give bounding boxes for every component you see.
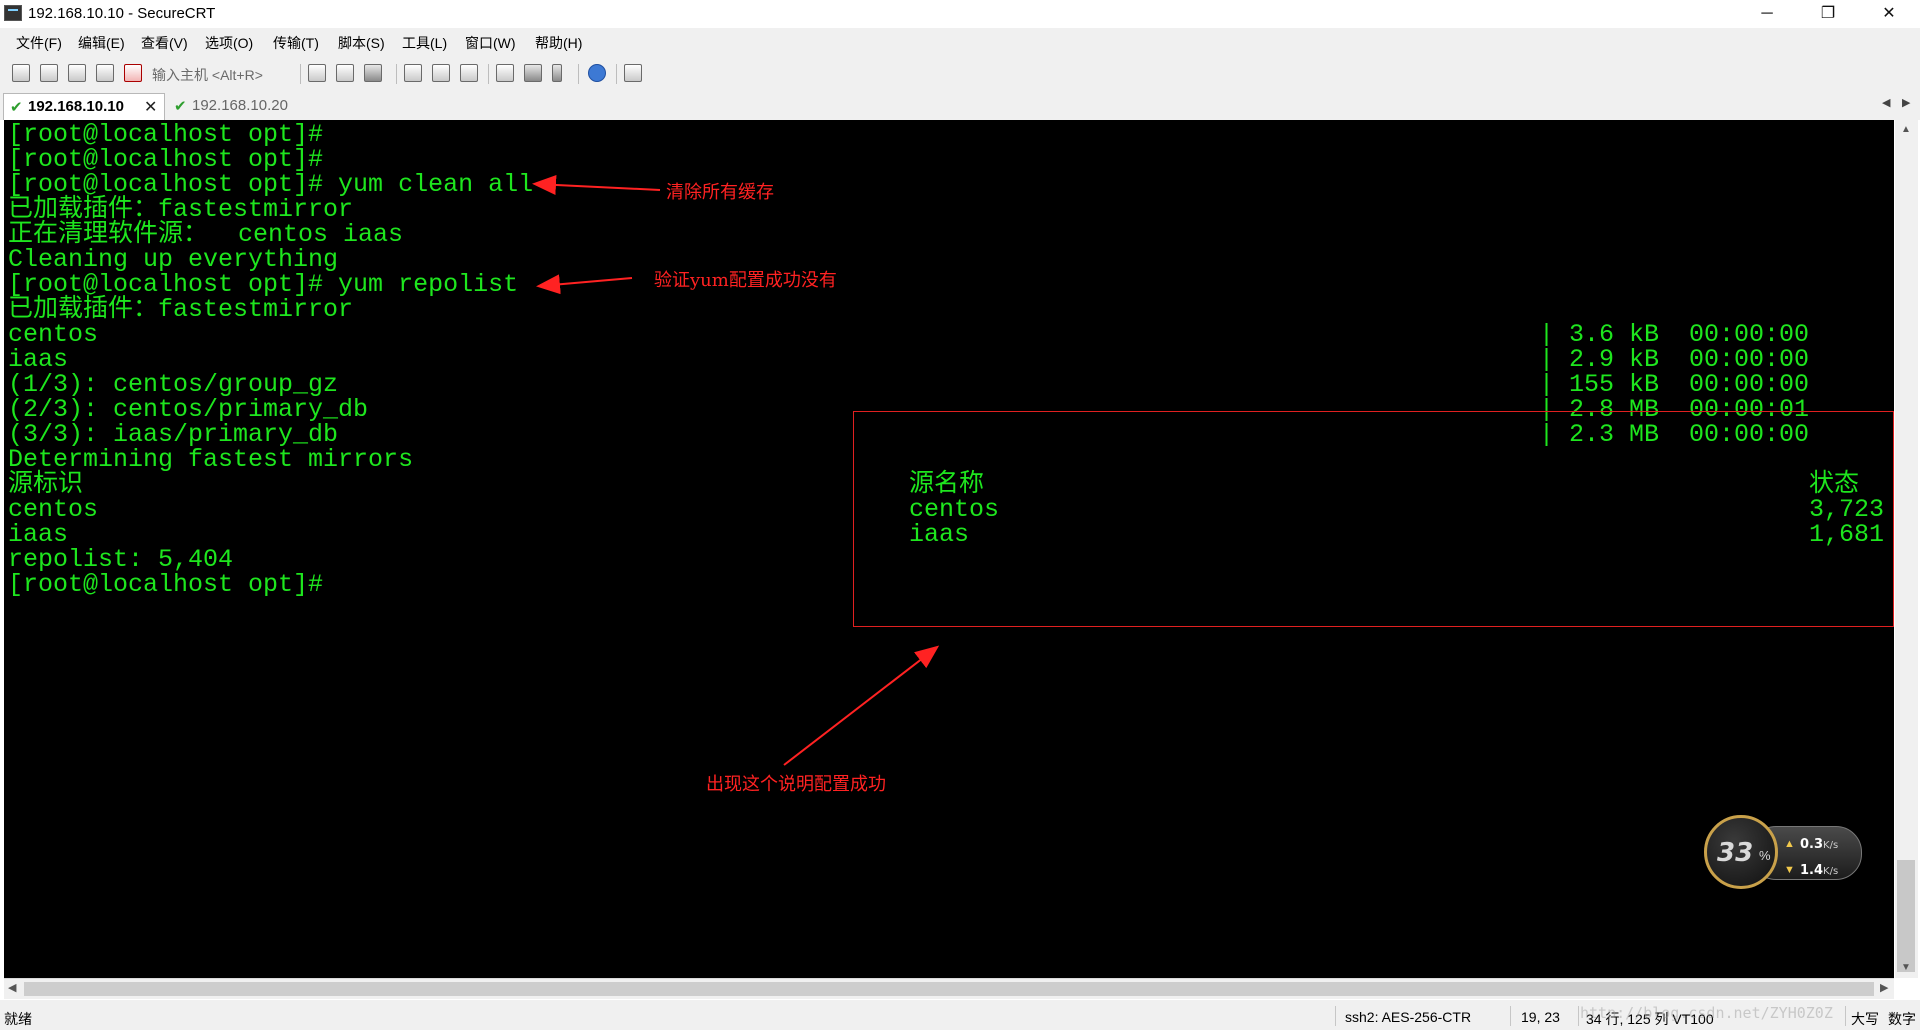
window-title: 192.168.10.10 - SecureCRT [28, 5, 216, 22]
watermark: http://blog.csdn.net/ZYH0Z0Z [1580, 1004, 1833, 1022]
tab-close-icon[interactable]: ✕ [144, 97, 157, 117]
toolbar-separator [616, 64, 617, 84]
restore-button[interactable]: ❐ [1805, 0, 1851, 28]
terminal-screen[interactable]: [root@localhost opt]# [root@localhost op… [4, 120, 1894, 978]
menu-transfer[interactable]: 传输(T) [273, 33, 319, 53]
download-speed: 1.4K/s [1800, 863, 1839, 878]
status-ready: 就绪 [4, 1011, 32, 1027]
scroll-left-icon[interactable]: ◀ [8, 981, 16, 994]
print-icon[interactable] [404, 64, 422, 82]
vertical-scroll-thumb[interactable] [1897, 860, 1915, 972]
paste-icon[interactable] [336, 64, 354, 82]
status-separator [1578, 1006, 1579, 1026]
toolbar: 输入主机 <Alt+R> [0, 56, 1920, 91]
connected-check-icon: ✔ [10, 99, 23, 116]
menu-file[interactable]: 文件(F) [16, 33, 62, 53]
close-window-button[interactable]: ✕ [1866, 0, 1912, 28]
menu-window[interactable]: 窗口(W) [465, 33, 516, 53]
status-caps-lock: 大写 [1851, 1011, 1879, 1027]
tab-label: 192.168.10.20 [192, 97, 288, 114]
scroll-up-icon[interactable]: ▲ [1901, 124, 1911, 135]
minimize-button[interactable]: ─ [1744, 0, 1790, 28]
toolbar-separator [488, 64, 489, 84]
securecrt-app-icon [4, 5, 22, 21]
menu-options[interactable]: 选项(O) [205, 33, 253, 53]
annotation-arrow-clean [532, 174, 661, 195]
menu-view[interactable]: 查看(V) [141, 33, 188, 53]
disconnect-icon[interactable] [124, 64, 142, 82]
status-separator [1335, 1006, 1336, 1026]
find-icon[interactable] [364, 64, 382, 82]
copy-icon[interactable] [308, 64, 326, 82]
tab-scroll-right-icon[interactable]: ▶ [1902, 96, 1910, 109]
quick-connect-input[interactable]: 输入主机 <Alt+R> [152, 65, 263, 85]
tab-label: 192.168.10.10 [28, 98, 124, 115]
menu-bar: 文件(F) 编辑(E) 查看(V) 选项(O) 传输(T) 脚本(S) 工具(L… [0, 28, 1920, 56]
connect-tab-icon[interactable] [68, 64, 86, 82]
upload-speed: 0.3K/s [1800, 837, 1839, 852]
session-tab-bar: ✔ 192.168.10.10 ✕ ✔ 192.168.10.20 ◀ ▶ [0, 90, 1920, 120]
horizontal-scrollbar[interactable]: ◀ ▶ [4, 978, 1894, 999]
tab-192-168-10-20[interactable]: ✔ 192.168.10.20 [168, 93, 318, 119]
status-num-lock: 数字 [1888, 1011, 1916, 1027]
annotation-verify-config: 验证yum配置成功没有 [654, 270, 837, 291]
usage-percent: 33 [1717, 838, 1754, 868]
vertical-scrollbar[interactable]: ▲ ▼ [1895, 120, 1918, 978]
annotation-arrow-verify [536, 274, 633, 295]
sftp-icon[interactable] [624, 64, 642, 82]
keymap-icon[interactable] [552, 64, 562, 82]
annotation-arrows [532, 174, 940, 766]
toolbar-separator [578, 64, 579, 84]
status-cipher: ssh2: AES-256-CTR [1345, 1009, 1472, 1025]
print-setup-icon[interactable] [460, 64, 478, 82]
usage-percent-sign: % [1759, 848, 1771, 863]
reconnect-icon[interactable] [96, 64, 114, 82]
status-separator [1510, 1006, 1511, 1026]
help-icon[interactable] [588, 64, 606, 82]
scroll-down-icon[interactable]: ▼ [1901, 962, 1911, 973]
session-options-icon[interactable] [496, 64, 514, 82]
tab-192-168-10-10[interactable]: ✔ 192.168.10.10 ✕ [3, 93, 165, 120]
horizontal-scroll-thumb[interactable] [24, 982, 1874, 996]
download-arrow-icon: ▼ [1784, 864, 1795, 876]
menu-script[interactable]: 脚本(S) [338, 33, 385, 53]
title-bar: 192.168.10.10 - SecureCRT ─ ❐ ✕ [0, 0, 1920, 28]
connect-icon[interactable] [12, 64, 30, 82]
connected-check-icon: ✔ [174, 98, 187, 115]
toolbar-separator [300, 64, 301, 84]
global-options-icon[interactable] [524, 64, 542, 82]
menu-help[interactable]: 帮助(H) [535, 33, 582, 53]
annotation-config-success: 出现这个说明配置成功 [706, 774, 886, 795]
cpu-usage-gauge: 33 % [1704, 815, 1778, 889]
network-speed-widget[interactable]: 33 % ▲ 0.3K/s ▼ 1.4K/s [1704, 815, 1862, 893]
tab-scroll-left-icon[interactable]: ◀ [1882, 96, 1890, 109]
menu-edit[interactable]: 编辑(E) [78, 33, 125, 53]
upload-arrow-icon: ▲ [1784, 838, 1795, 850]
annotation-arrow-success [783, 645, 940, 766]
print-selection-icon[interactable] [432, 64, 450, 82]
scroll-right-icon[interactable]: ▶ [1880, 981, 1888, 994]
menu-tools[interactable]: 工具(L) [402, 33, 447, 53]
annotation-clean-cache: 清除所有缓存 [666, 182, 774, 203]
toolbar-separator [396, 64, 397, 84]
status-separator [1845, 1006, 1846, 1026]
status-cursor-position: 19, 23 [1521, 1009, 1560, 1025]
quick-connect-icon[interactable] [40, 64, 58, 82]
